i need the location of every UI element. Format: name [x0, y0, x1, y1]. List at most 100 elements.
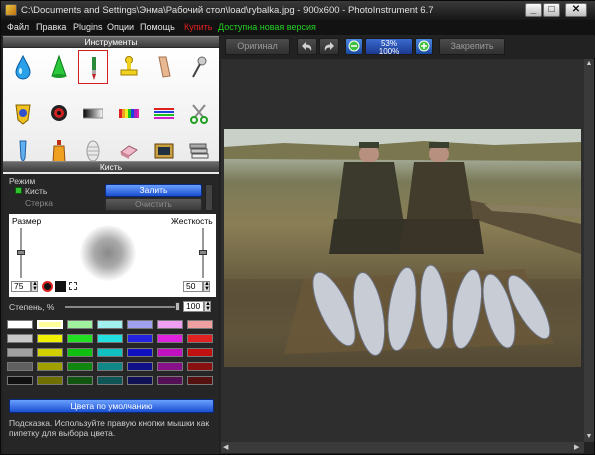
color-swatch[interactable]: [157, 376, 183, 385]
hardness-input[interactable]: 50: [183, 281, 203, 292]
color-swatch[interactable]: [7, 320, 33, 329]
tool-stamp[interactable]: [114, 50, 144, 84]
tool-color-bars[interactable]: [114, 96, 144, 130]
color-swatch[interactable]: [7, 348, 33, 357]
brush-option-label: Кисть: [25, 186, 48, 196]
maximize-button[interactable]: □: [543, 3, 560, 17]
color-swatch[interactable]: [187, 348, 213, 357]
color-swatch[interactable]: [7, 334, 33, 343]
color-swatch[interactable]: [157, 362, 183, 371]
tool-badge[interactable]: [8, 96, 38, 130]
photo-canvas[interactable]: [224, 129, 581, 367]
color-swatch[interactable]: [157, 320, 183, 329]
image-viewport[interactable]: [221, 59, 584, 442]
color-swatch[interactable]: [97, 376, 123, 385]
default-colors-button[interactable]: Цвета по умолчанию: [9, 399, 214, 413]
scroll-left-arrow[interactable]: ◀: [223, 443, 231, 452]
color-swatch[interactable]: [37, 334, 63, 343]
color-swatch[interactable]: [187, 376, 213, 385]
color-swatch[interactable]: [37, 320, 63, 329]
color-swatch[interactable]: [67, 334, 93, 343]
color-swatch[interactable]: [7, 362, 33, 371]
scroll-up-arrow[interactable]: ▲: [585, 60, 593, 68]
color-bars-icon: [119, 109, 139, 118]
zoom-in-button[interactable]: [415, 38, 433, 55]
color-swatch[interactable]: [97, 362, 123, 371]
color-swatch[interactable]: [127, 320, 153, 329]
stamp-icon: [120, 56, 138, 76]
close-button[interactable]: ✕: [565, 3, 587, 17]
degree-spin-button[interactable]: ▲ ▼: [204, 301, 211, 312]
brush-square-icon[interactable]: [55, 281, 66, 292]
minimize-button[interactable]: _: [525, 3, 542, 17]
fix-button[interactable]: Закрепить: [439, 38, 505, 55]
tool-cone[interactable]: [44, 50, 74, 84]
menu-help[interactable]: Помощь: [140, 22, 175, 32]
fill-button[interactable]: Залить: [105, 184, 202, 197]
menu-options[interactable]: Опции: [107, 22, 134, 32]
tool-red-eye[interactable]: [44, 96, 74, 130]
color-swatch[interactable]: [157, 334, 183, 343]
color-swatch[interactable]: [97, 320, 123, 329]
tool-smudge[interactable]: [149, 50, 179, 84]
color-swatch[interactable]: [127, 348, 153, 357]
menu-file[interactable]: Файл: [7, 22, 29, 32]
color-swatch[interactable]: [97, 334, 123, 343]
size-input[interactable]: 75: [11, 281, 31, 292]
degree-slider-track[interactable]: [65, 306, 179, 308]
color-swatch[interactable]: [97, 348, 123, 357]
hardness-spin-button[interactable]: ▲ ▼: [203, 281, 210, 292]
color-swatch[interactable]: [7, 376, 33, 385]
zoom-out-button[interactable]: [345, 38, 363, 55]
color-swatch[interactable]: [187, 334, 213, 343]
color-swatch[interactable]: [67, 348, 93, 357]
brush-outline-icon[interactable]: [69, 282, 77, 290]
color-swatch[interactable]: [67, 320, 93, 329]
color-swatch[interactable]: [187, 362, 213, 371]
color-swatch[interactable]: [37, 348, 63, 357]
scroll-right-arrow[interactable]: ▶: [574, 443, 582, 452]
menu-new-version[interactable]: Доступна новая версия: [218, 22, 316, 32]
tool-brush[interactable]: [78, 50, 108, 84]
color-swatch[interactable]: [127, 376, 153, 385]
size-slider-thumb[interactable]: [17, 250, 25, 255]
undo-button[interactable]: [297, 38, 317, 55]
color-swatch[interactable]: [67, 362, 93, 371]
tool-lines[interactable]: [149, 96, 179, 130]
brush-icon: [92, 57, 96, 80]
menu-buy[interactable]: Купить: [184, 22, 212, 32]
water-drop-icon: [15, 54, 31, 80]
vertical-scrollbar[interactable]: ▲ ▼: [584, 59, 594, 442]
tool-gradient[interactable]: [78, 96, 108, 130]
degree-input[interactable]: 100: [183, 301, 204, 312]
scroll-down-arrow[interactable]: ▼: [585, 433, 593, 441]
horizontal-scrollbar[interactable]: ◀ ▶: [221, 442, 584, 453]
pin-icon: [192, 56, 207, 78]
color-swatch[interactable]: [127, 334, 153, 343]
cone-icon: [51, 54, 67, 78]
size-spin-button[interactable]: ▲ ▼: [31, 281, 38, 292]
clear-button[interactable]: Очистить: [105, 198, 202, 211]
color-swatch[interactable]: [187, 320, 213, 329]
degree-slider-thumb[interactable]: [175, 302, 180, 311]
color-palette: [7, 320, 217, 394]
tool-scissors[interactable]: [184, 96, 214, 130]
mode-scrollbar[interactable]: [205, 184, 213, 211]
menu-plugins[interactable]: Plugins: [73, 22, 103, 32]
zoom-level[interactable]: 53% 100%: [365, 38, 413, 56]
hardness-slider-thumb[interactable]: [199, 250, 207, 255]
brush-preview: [80, 225, 136, 281]
color-swatch[interactable]: [67, 376, 93, 385]
menu-edit[interactable]: Правка: [36, 22, 66, 32]
tool-water-drop[interactable]: [8, 50, 38, 84]
original-button[interactable]: Оригинал: [225, 38, 290, 55]
color-swatch[interactable]: [127, 362, 153, 371]
color-swatch[interactable]: [37, 376, 63, 385]
color-swatch[interactable]: [37, 362, 63, 371]
brush-radio[interactable]: [15, 187, 22, 194]
tool-pin[interactable]: [184, 50, 214, 84]
scissors-icon: [190, 104, 208, 124]
color-swatch[interactable]: [157, 348, 183, 357]
redo-button[interactable]: [319, 38, 339, 55]
brush-round-icon[interactable]: [42, 281, 53, 292]
